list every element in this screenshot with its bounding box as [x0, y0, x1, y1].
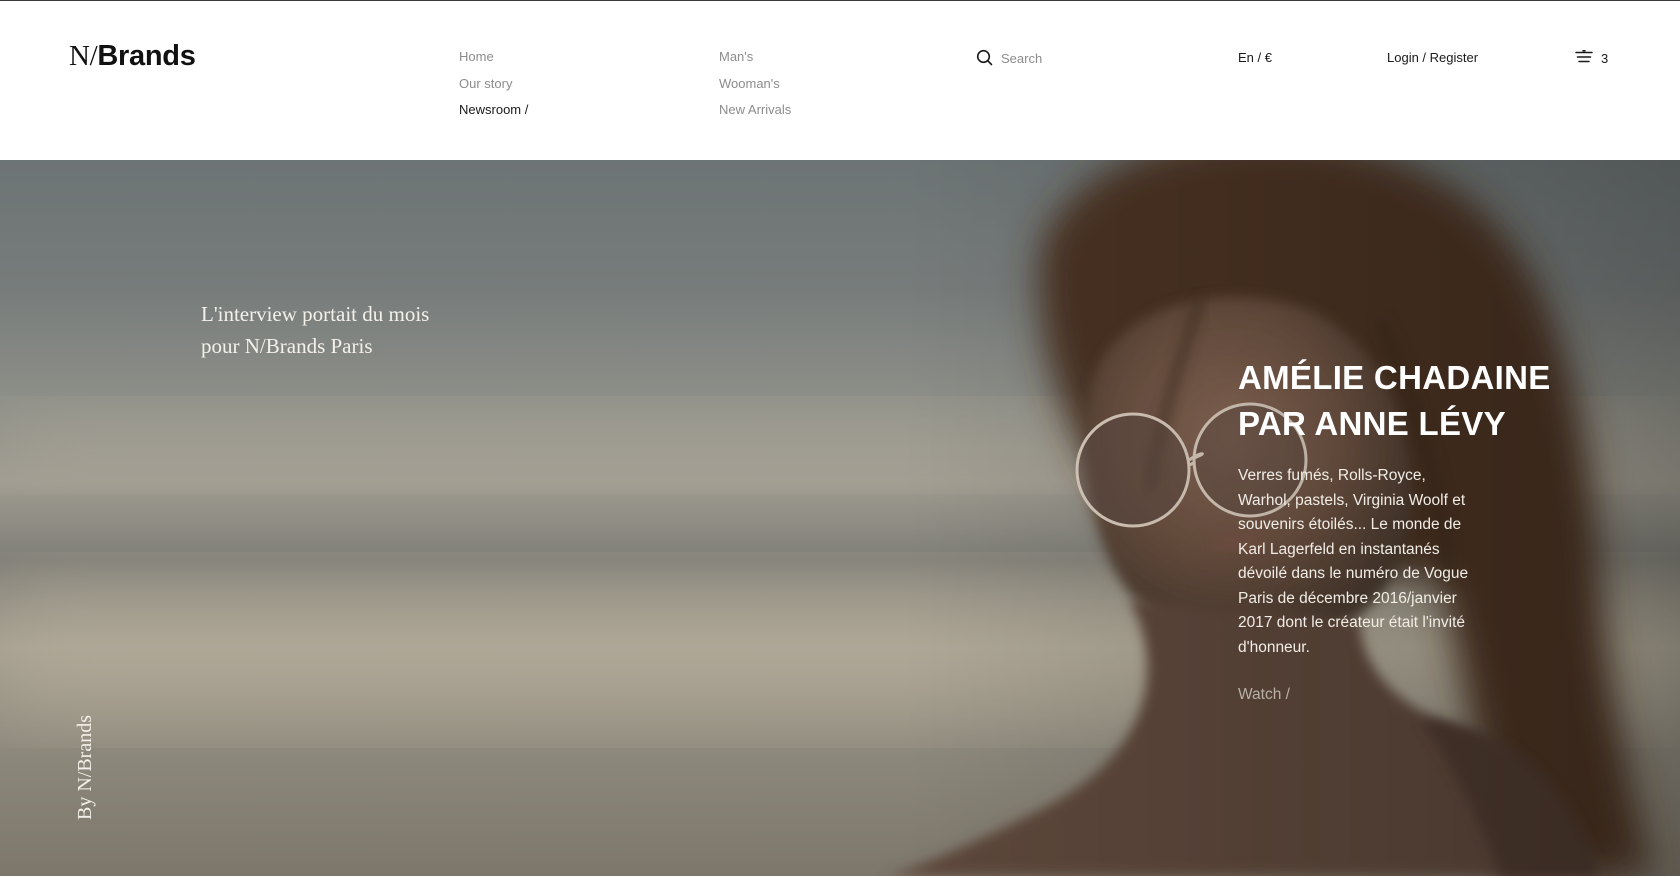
nav-item-woomans: Wooman's: [719, 74, 791, 101]
nav-link-our-story[interactable]: Our story: [459, 76, 512, 91]
nav-item-our-story: Our story: [459, 74, 528, 101]
nav-item-mans: Man's: [719, 47, 791, 74]
hero-caption: L'interview portait du mois pour N/Brand…: [201, 302, 430, 358]
hero-banner: L'interview portait du mois pour N/Brand…: [0, 160, 1680, 876]
hero-byline: By N/Brands: [74, 715, 96, 820]
logo-prefix: N/: [69, 40, 98, 72]
nav-link-newsroom[interactable]: Newsroom /: [459, 102, 528, 117]
hero-title: AMÉLIE CHADAINE PAR ANNE LÉVY: [1238, 355, 1638, 447]
nav-link-new-arrivals[interactable]: New Arrivals: [719, 102, 791, 117]
watch-link[interactable]: Watch /: [1238, 683, 1290, 708]
search-bar: [976, 47, 1151, 69]
nav-link-woomans[interactable]: Wooman's: [719, 76, 780, 91]
language-currency-switcher[interactable]: En / €: [1238, 48, 1272, 68]
nav-link-mans[interactable]: Man's: [719, 49, 753, 64]
logo-word: Brands: [97, 40, 196, 72]
page: N/Brands Home Our story Newsroom / Man's…: [0, 0, 1680, 878]
primary-nav: Home Our story Newsroom /: [459, 47, 528, 127]
cart-count: 3: [1601, 50, 1609, 66]
cart-icon: [1574, 50, 1594, 66]
nav-item-home: Home: [459, 47, 528, 74]
nav-item-newsroom: Newsroom /: [459, 100, 528, 127]
hero-description: Verres fumés, Rolls-Royce, Warhol, paste…: [1238, 467, 1469, 656]
search-input[interactable]: [1001, 50, 1151, 66]
hero-title-line1: AMÉLIE CHADAINE: [1238, 359, 1551, 396]
nav-item-new-arrivals: New Arrivals: [719, 100, 791, 127]
search-icon[interactable]: [976, 49, 994, 67]
brand-logo[interactable]: N/Brands: [69, 38, 196, 74]
hero-title-line2: PAR ANNE LÉVY: [1238, 405, 1506, 442]
login-register-link[interactable]: Login / Register: [1387, 48, 1478, 68]
nav-link-home[interactable]: Home: [459, 49, 494, 64]
site-header: N/Brands Home Our story Newsroom / Man's…: [0, 1, 1680, 160]
cart-button[interactable]: 3: [1574, 47, 1608, 69]
category-nav: Man's Wooman's New Arrivals: [719, 47, 791, 127]
